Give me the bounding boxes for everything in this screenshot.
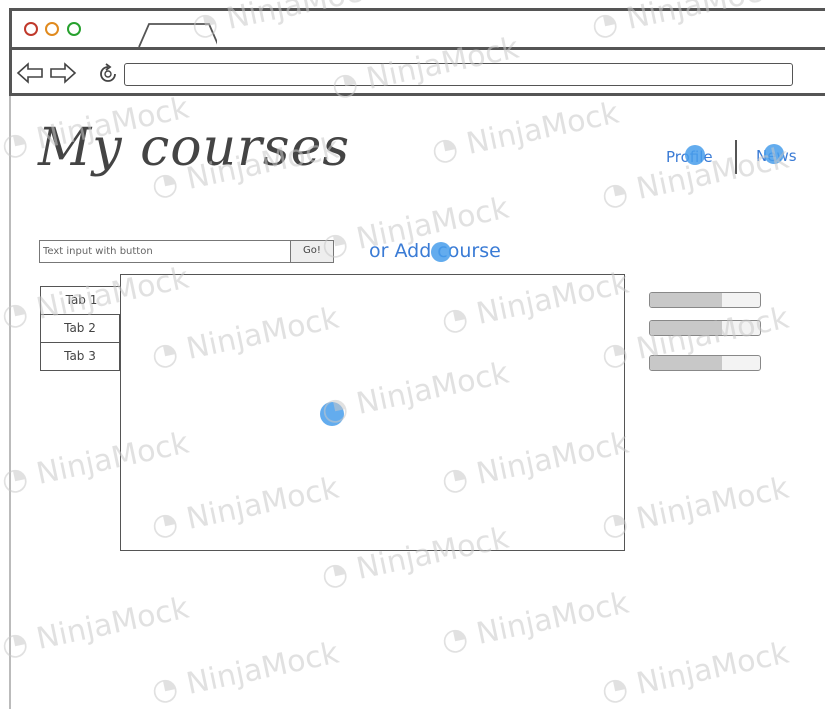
- tab-content-panel: [120, 274, 625, 551]
- progress-bar: [649, 355, 761, 371]
- add-course-link[interactable]: or Add course: [369, 240, 501, 262]
- progress-bar: [649, 292, 761, 308]
- watermark: ◔ NinjaMock: [438, 585, 632, 660]
- address-bar[interactable]: [124, 63, 793, 86]
- link-divider: [735, 140, 737, 174]
- progress-fill: [650, 321, 722, 335]
- news-link[interactable]: News: [756, 147, 797, 165]
- tab-1[interactable]: Tab 1: [40, 286, 122, 315]
- navigation-bar: [12, 50, 825, 96]
- watermark: ◔ NinjaMock: [428, 95, 622, 170]
- profile-link[interactable]: Profile: [666, 148, 713, 166]
- progress-fill: [650, 293, 722, 307]
- browser-window: [9, 8, 825, 96]
- watermark: ◔ NinjaMock: [0, 590, 192, 665]
- page-left-border: [9, 96, 11, 709]
- search-input[interactable]: [39, 240, 291, 263]
- watermark: ◔ NinjaMock: [598, 635, 792, 709]
- minimize-window-icon[interactable]: [45, 22, 59, 36]
- watermark: ◔ NinjaMock: [598, 470, 792, 545]
- page-title: My courses: [38, 118, 351, 178]
- close-window-icon[interactable]: [24, 22, 38, 36]
- tab-3[interactable]: Tab 3: [40, 342, 120, 371]
- add-course-prefix: or: [369, 240, 389, 262]
- browser-tab[interactable]: [137, 22, 217, 47]
- back-arrow-icon[interactable]: [16, 62, 44, 84]
- watermark: ◔ NinjaMock: [148, 635, 342, 709]
- maximize-window-icon[interactable]: [67, 22, 81, 36]
- title-bar: [12, 11, 825, 50]
- add-course-label[interactable]: Add course: [394, 240, 500, 262]
- forward-arrow-icon[interactable]: [49, 62, 77, 84]
- go-button[interactable]: Go!: [290, 240, 334, 263]
- tab-2[interactable]: Tab 2: [40, 314, 120, 343]
- progress-bar: [649, 320, 761, 336]
- progress-fill: [650, 356, 722, 370]
- reload-icon[interactable]: [96, 62, 120, 86]
